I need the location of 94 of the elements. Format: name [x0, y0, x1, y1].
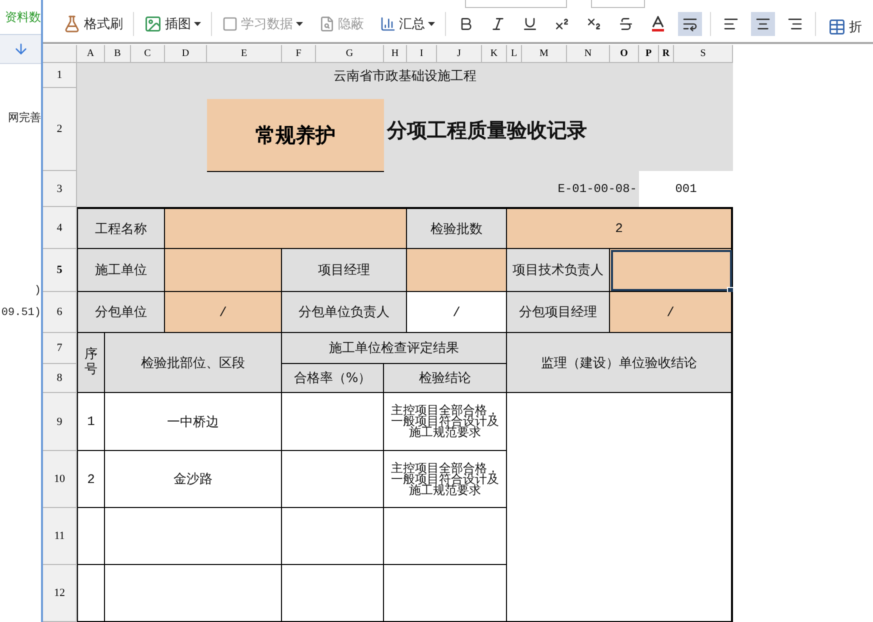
input-cell[interactable]	[165, 207, 407, 249]
label-cell[interactable]: 检验批数	[407, 207, 507, 249]
table-cell: 一中桥边	[105, 393, 282, 451]
header-cell: 施工单位检查评定结果	[282, 333, 507, 364]
column-header[interactable]: L	[507, 45, 522, 63]
row-header[interactable]: 1	[43, 63, 77, 88]
column-header[interactable]: O	[610, 45, 639, 63]
panel-text: )	[34, 285, 41, 297]
form-number: 001	[639, 171, 733, 207]
align-left-icon	[723, 16, 739, 32]
table-cell: 1	[77, 393, 105, 451]
bar-chart-icon	[380, 16, 396, 32]
category-cell: 常规养护	[207, 99, 384, 172]
label-cell[interactable]: 分包单位负责人	[282, 292, 407, 333]
column-header[interactable]: H	[384, 45, 407, 63]
superscript-icon	[554, 16, 570, 32]
header-cell: 序号	[77, 333, 105, 393]
column-header[interactable]: S	[674, 45, 733, 63]
column-header[interactable]: I	[407, 45, 437, 63]
row-header[interactable]: 3	[43, 171, 77, 207]
table-cell: 金沙路	[105, 451, 282, 508]
row-header[interactable]: 4	[43, 207, 77, 249]
column-header[interactable]: B	[105, 45, 131, 63]
column-header[interactable]: P	[639, 45, 659, 63]
wrap-button[interactable]	[678, 12, 702, 36]
column-header[interactable]: F	[282, 45, 316, 63]
row-header[interactable]: 2	[43, 88, 77, 171]
column-header[interactable]: J	[437, 45, 482, 63]
header-cell: 检验批部位、区段	[105, 333, 282, 393]
header-cell: 监理（建设）单位验收结论	[507, 333, 733, 393]
caret-icon	[194, 22, 201, 26]
row-header[interactable]: 6	[43, 292, 77, 333]
table-cell	[77, 508, 105, 565]
column-header[interactable]: R	[659, 45, 674, 63]
input-cell[interactable]: /	[165, 292, 282, 333]
document-icon	[319, 16, 335, 32]
header-cell: 检验结论	[384, 364, 507, 393]
flask-icon	[63, 15, 81, 33]
row-header[interactable]: 8	[43, 364, 77, 393]
row-header[interactable]: 7	[43, 333, 77, 364]
column-header[interactable]: M	[522, 45, 567, 63]
underline-icon	[522, 16, 538, 32]
row-header[interactable]: 10	[43, 451, 77, 508]
input-cell[interactable]: 2	[507, 207, 733, 249]
align-right-icon	[787, 16, 803, 32]
caret-icon	[296, 22, 303, 26]
table-icon	[828, 18, 846, 36]
wrap-icon	[682, 16, 698, 32]
label-cell[interactable]: 分包单位	[77, 292, 165, 333]
down-arrow-icon[interactable]	[12, 41, 28, 57]
toolbar-button[interactable]: 折	[816, 18, 864, 36]
subscript-icon	[586, 16, 602, 32]
picture-icon	[144, 15, 162, 33]
column-header[interactable]: A	[77, 45, 105, 63]
caret-icon	[428, 22, 435, 26]
square-icon	[222, 16, 238, 32]
row-header[interactable]: 5	[43, 249, 77, 292]
align-center-icon	[755, 16, 771, 32]
input-cell[interactable]: /	[407, 292, 507, 333]
input-cell[interactable]: /	[610, 292, 733, 333]
strike-icon	[618, 16, 634, 32]
table-cell: 主控项目全部合格，一般项目符合设计及施工规范要求	[384, 451, 507, 508]
row-header[interactable]: 11	[43, 508, 77, 565]
row-header[interactable]: 9	[43, 393, 77, 451]
row-header[interactable]: 12	[43, 565, 77, 622]
align-center-button[interactable]	[751, 12, 775, 36]
column-header[interactable]: K	[482, 45, 507, 63]
form-code: E-01-00-08-	[556, 181, 638, 198]
table-cell: 主控项目全部合格，一般项目符合设计及施工规范要求	[384, 393, 507, 451]
input-cell[interactable]	[165, 249, 282, 292]
input-cell[interactable]	[610, 249, 733, 292]
sheet-title: 云南省市政基础设施工程	[332, 68, 478, 86]
panel-text: 网完善	[8, 110, 41, 125]
label-cell[interactable]: 项目经理	[282, 249, 407, 292]
column-header[interactable]: N	[567, 45, 610, 63]
toolbar-button[interactable]: 格式刷	[61, 15, 125, 33]
label-cell[interactable]: 分包项目经理	[507, 292, 610, 333]
column-header[interactable]: C	[131, 45, 165, 63]
toolbar-button[interactable]: 汇总	[378, 15, 437, 33]
column-header[interactable]: E	[207, 45, 282, 63]
column-header[interactable]: G	[316, 45, 384, 63]
label-cell[interactable]: 施工单位	[77, 249, 165, 292]
label-cell[interactable]: 项目技术负责人	[507, 249, 610, 292]
form-title: 分项工程质量验收记录	[386, 117, 588, 144]
panel-text: 09.51)	[1, 307, 41, 319]
input-cell[interactable]	[407, 249, 507, 292]
table-cell	[77, 565, 105, 622]
toolbar-button[interactable]: 插图	[142, 15, 203, 33]
table-cell: 2	[77, 451, 105, 508]
header-cell: 合格率（%）	[282, 364, 384, 393]
font-color-icon	[651, 16, 665, 32]
label-cell[interactable]: 工程名称	[77, 207, 165, 249]
column-header[interactable]: D	[165, 45, 207, 63]
italic-icon	[490, 16, 506, 32]
